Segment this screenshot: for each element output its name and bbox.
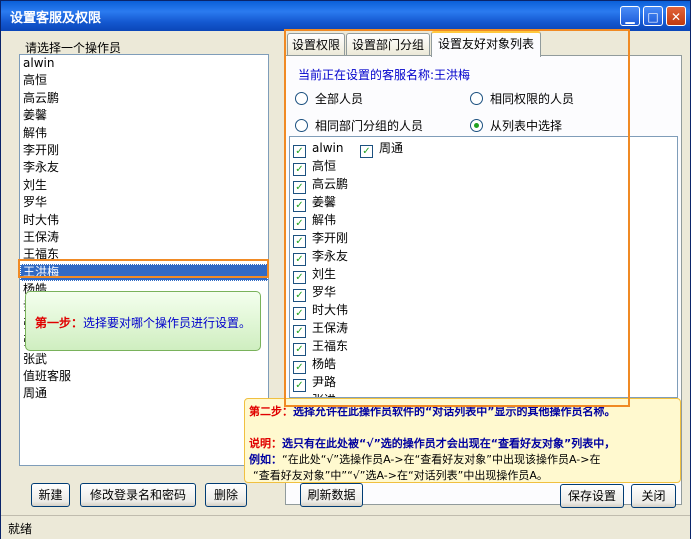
friend-check-label: 高云鹏 <box>312 177 349 191</box>
friend-check-item[interactable]: ✓ 杨皓 <box>293 355 337 374</box>
operator-list-item[interactable]: 高云鹏 <box>20 90 268 107</box>
operator-list-item[interactable]: 李开刚 <box>20 142 268 159</box>
operator-list-item[interactable]: 王福东 <box>20 246 268 263</box>
friend-check-label: 杨皓 <box>312 357 337 371</box>
step1-text: 选择要对哪个操作员进行设置。 <box>83 316 252 330</box>
new-operator-button[interactable]: 新建 <box>31 483 70 507</box>
checkbox-checked-icon: ✓ <box>360 145 373 158</box>
friend-check-item[interactable]: ✓ 姜馨 <box>293 193 337 212</box>
edit-login-button[interactable]: 修改登录名和密码 <box>80 483 196 507</box>
friend-check-item[interactable]: ✓ 李永友 <box>293 247 349 266</box>
refresh-data-button[interactable]: 刷新数据 <box>300 483 363 507</box>
note-text: 选只有在此处被“√”选的操作员才会出现在“查看好友对象”列表中， <box>282 437 616 450</box>
example-text-line2: “查看好友对象”中”“√”选A->在“对话列表”中出现操作员A。 <box>253 469 548 482</box>
operator-list-item[interactable]: 周通 <box>20 385 268 402</box>
note-title: 说明： <box>249 437 282 450</box>
operator-list-item[interactable]: 刘生 <box>20 177 268 194</box>
maximize-button[interactable]: □ <box>643 6 663 26</box>
step2-text: 选择允许在此操作员软件的“对话列表中”显示的其他操作员名称。 <box>293 405 616 418</box>
friend-check-item[interactable]: ✓ 罗华 <box>293 283 337 302</box>
operator-listbox[interactable]: alwin高恒高云鹏姜馨解伟李开刚李永友刘生罗华时大伟王保涛王福东王洪梅杨皓尹路… <box>19 54 269 466</box>
friend-check-item[interactable]: ✓ 李开刚 <box>293 229 349 248</box>
friend-check-label: 姜馨 <box>312 195 337 209</box>
friend-check-item[interactable]: ✓张进 <box>293 391 336 397</box>
main-window: 设置客服及权限 ▁ □ ✕ 请选择一个操作员 alwin 高恒 高云鹏 姜馨 解伟 李开刚… <box>0 0 691 539</box>
friend-check-item[interactable]: ✓ 王保涛 <box>293 319 349 338</box>
operator-list-item[interactable]: 时大伟 <box>20 212 268 229</box>
operator-list-item[interactable]: 解伟 <box>20 125 268 142</box>
friend-check-item[interactable]: ✓ 周通 <box>360 139 404 158</box>
operator-list-item[interactable]: 罗华 <box>20 194 268 211</box>
minimize-button[interactable]: ▁ <box>620 6 640 26</box>
delete-operator-button[interactable]: 删除 <box>205 483 247 507</box>
tab-friend-list[interactable]: 设置友好对象列表 <box>431 31 541 57</box>
operator-list-item[interactable]: 姜馨 <box>20 107 268 124</box>
friend-check-label: 王福东 <box>312 339 349 353</box>
friend-check-item[interactable]: ✓ 时大伟 <box>293 301 349 320</box>
friend-check-item[interactable]: ✓ 王福东 <box>293 337 349 356</box>
friend-check-item[interactable]: ✓ 高云鹏 <box>293 175 349 194</box>
friend-check-item[interactable]: ✓ 解伟 <box>293 211 337 230</box>
friend-check-item[interactable]: ✓ 刘生 <box>293 265 337 284</box>
friend-check-label: 李永友 <box>312 249 349 263</box>
friend-check-label: 李开刚 <box>312 231 349 245</box>
tab-department-groups[interactable]: 设置部门分组 <box>346 33 430 55</box>
friend-check-label: 尹路 <box>312 375 337 389</box>
tab-permissions[interactable]: 设置权限 <box>287 33 345 55</box>
radio-button <box>470 92 483 105</box>
radio-same-department[interactable]: 相同部门分组的人员 <box>295 117 423 134</box>
step2-callout: 第二步：选择允许在此操作员软件的“对话列表中”显示的其他操作员名称。 说明：选只… <box>244 398 681 483</box>
friend-check-label: 刘生 <box>312 267 337 281</box>
save-settings-button[interactable]: 保存设置 <box>560 484 624 508</box>
radio-select-from-list[interactable]: 从列表中选择 <box>470 117 562 134</box>
friend-check-item[interactable]: ✓ alwin <box>293 139 344 158</box>
example-text-line1: “在此处“√”选操作员A->在“查看好友对象”中出现该操作员A->在 <box>282 453 601 466</box>
operator-list-item[interactable]: 李永友 <box>20 159 268 176</box>
radio-button <box>295 92 308 105</box>
operator-list-item[interactable]: 王洪梅 <box>20 263 268 282</box>
operator-list-item[interactable]: 值班客服 <box>20 368 268 385</box>
friend-check-label: alwin <box>312 141 344 155</box>
radio-button-checked <box>470 119 483 132</box>
step1-callout: 第一步：选择要对哪个操作员进行设置。 <box>25 291 261 351</box>
operator-list-item[interactable]: 王保涛 <box>20 229 268 246</box>
operator-list-item[interactable]: alwin <box>20 55 268 72</box>
friend-check-label: 解伟 <box>312 213 337 227</box>
example-title: 例如： <box>249 453 282 466</box>
radio-all-staff[interactable]: 全部人员 <box>295 90 363 107</box>
friend-check-label: 高恒 <box>312 159 337 173</box>
operator-list-item[interactable]: 高恒 <box>20 72 268 89</box>
close-button[interactable]: 关闭 <box>631 484 676 508</box>
friend-check-label: 周通 <box>379 141 404 155</box>
radio-button <box>295 119 308 132</box>
status-bar: 就绪 <box>1 515 690 539</box>
friend-check-item[interactable]: ✓ 尹路 <box>293 373 337 392</box>
current-operator-label: 当前正在设置的客服名称:王洪梅 <box>298 68 471 82</box>
friend-check-label: 罗华 <box>312 285 337 299</box>
radio-same-permission[interactable]: 相同权限的人员 <box>470 90 574 107</box>
operator-list-item[interactable]: 张武 <box>20 351 268 368</box>
close-window-button[interactable]: ✕ <box>666 6 686 26</box>
step1-title: 第一步： <box>35 316 84 330</box>
friend-check-label: 时大伟 <box>312 303 349 317</box>
window-title: 设置客服及权限 <box>10 11 102 26</box>
friend-check-label: 王保涛 <box>312 321 349 335</box>
step2-title: 第二步： <box>249 405 293 418</box>
status-text: 就绪 <box>8 522 33 536</box>
title-bar[interactable]: 设置客服及权限 ▁ □ ✕ <box>1 1 690 31</box>
friend-checklist[interactable]: ✓ alwin ✓ 高恒 ✓ 高云鹏 ✓ 姜馨 ✓ 解伟 ✓ 李开刚 ✓ 李永友 ✓ 刘生 ✓ 罗华 ✓ 时大伟 ✓ 王保… <box>289 136 678 398</box>
friend-check-item[interactable]: ✓ 高恒 <box>293 157 337 176</box>
